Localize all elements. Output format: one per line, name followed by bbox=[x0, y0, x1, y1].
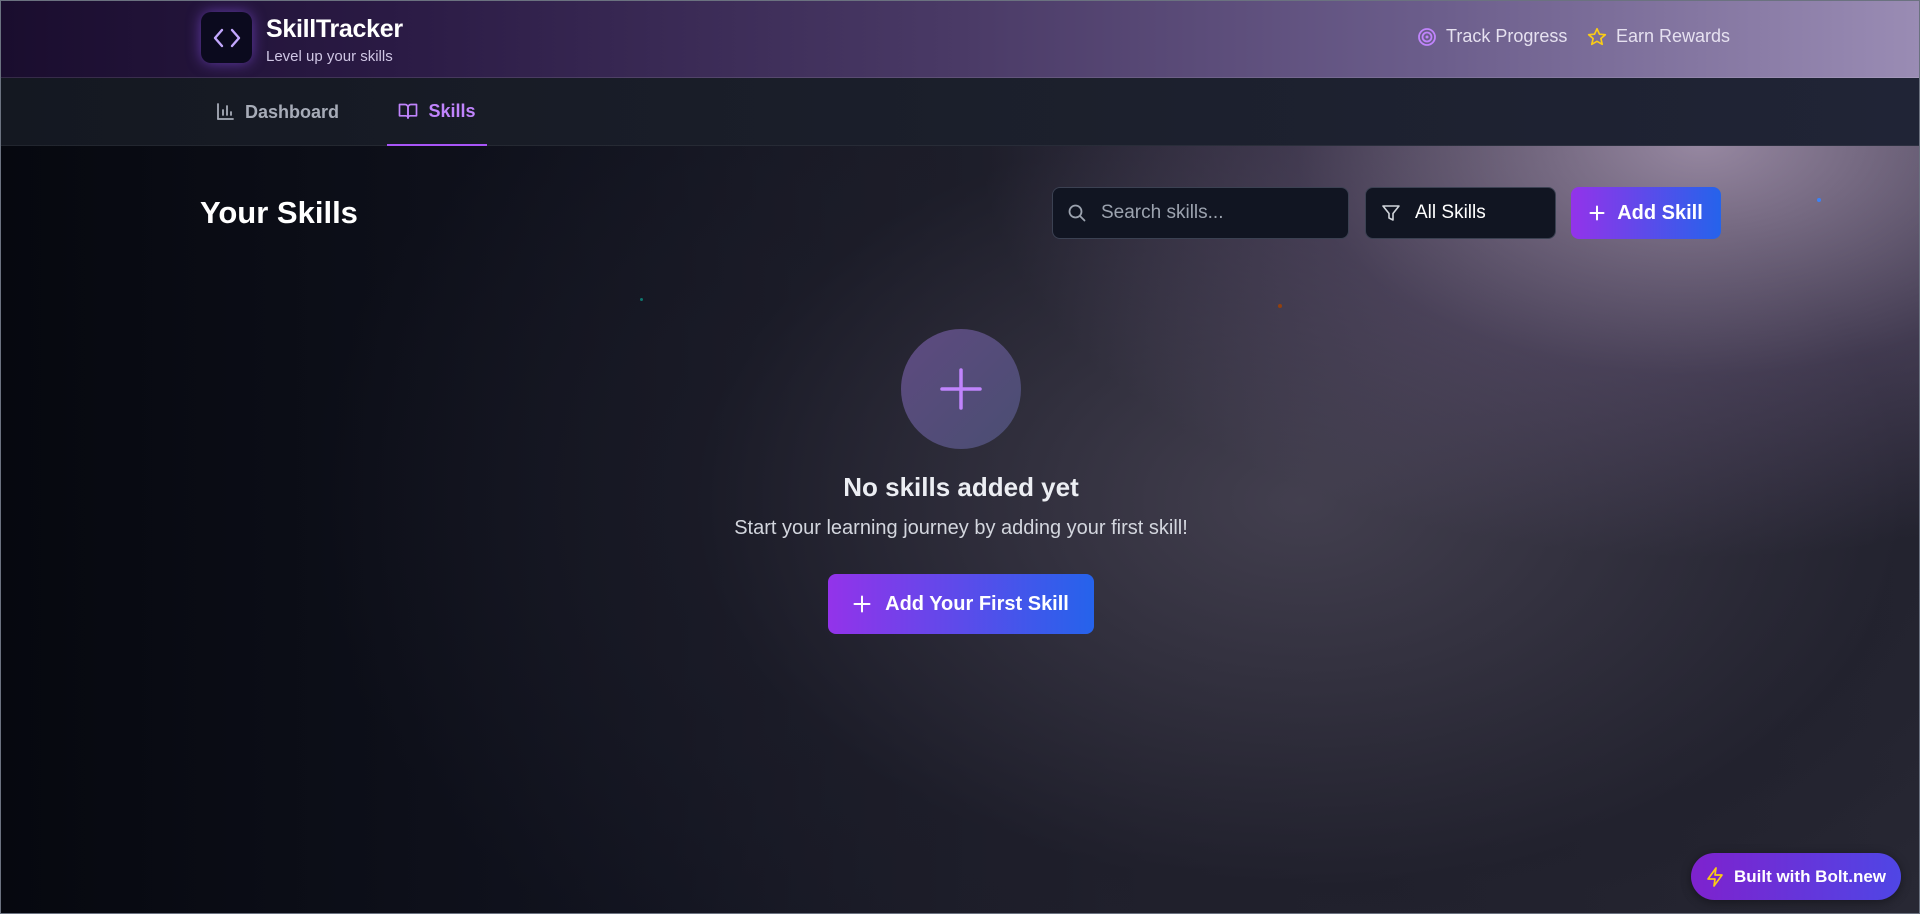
track-progress-link[interactable]: Track Progress bbox=[1417, 26, 1567, 47]
target-icon bbox=[1418, 27, 1436, 46]
plus-icon bbox=[1589, 205, 1605, 221]
tab-skills[interactable]: Skills bbox=[387, 78, 487, 146]
track-progress-label: Track Progress bbox=[1446, 26, 1568, 46]
bolt-badge-label: Built with Bolt.new bbox=[1733, 866, 1887, 886]
main-nav: Dashboard Skills bbox=[1, 78, 1919, 146]
plus-icon bbox=[853, 595, 871, 613]
earn-rewards-label: Earn Rewards bbox=[1616, 26, 1731, 46]
search-icon bbox=[1068, 204, 1086, 222]
search-input[interactable] bbox=[1101, 202, 1331, 224]
add-skill-button[interactable]: Add Skill bbox=[1571, 187, 1721, 239]
filter-select[interactable]: All Skills bbox=[1365, 187, 1556, 239]
empty-state-icon-circle bbox=[901, 329, 1021, 449]
code-icon bbox=[213, 28, 240, 47]
lightning-icon bbox=[1707, 866, 1723, 887]
app-frame: SkillTracker Level up your skills Track … bbox=[0, 0, 1920, 914]
decorative-dot bbox=[640, 298, 643, 301]
tab-skills-label: Skills bbox=[428, 100, 476, 121]
earn-rewards-link[interactable]: Earn Rewards bbox=[1587, 26, 1730, 47]
empty-state-subtitle: Start your learning journey by adding yo… bbox=[734, 517, 1188, 539]
filter-selected-label: All Skills bbox=[1415, 202, 1486, 223]
decorative-dot bbox=[1817, 198, 1821, 202]
page-title: Your Skills bbox=[200, 195, 358, 230]
add-first-skill-label: Add Your First Skill bbox=[885, 592, 1069, 615]
add-skill-label: Add Skill bbox=[1617, 201, 1703, 224]
bar-chart-icon bbox=[217, 103, 234, 120]
tab-dashboard-label: Dashboard bbox=[245, 101, 340, 122]
app-title: SkillTracker bbox=[266, 15, 403, 43]
add-first-skill-button[interactable]: Add Your First Skill bbox=[828, 574, 1094, 634]
star-icon bbox=[1587, 27, 1607, 45]
built-with-bolt-badge[interactable]: Built with Bolt.new bbox=[1691, 853, 1901, 900]
book-open-icon bbox=[399, 103, 418, 119]
logo[interactable] bbox=[201, 12, 252, 63]
plus-icon bbox=[940, 368, 982, 410]
app-header: SkillTracker Level up your skills Track … bbox=[1, 1, 1919, 78]
decorative-dot bbox=[1278, 304, 1282, 308]
search-box[interactable] bbox=[1052, 187, 1349, 239]
tab-dashboard[interactable]: Dashboard bbox=[215, 78, 339, 146]
empty-state-title: No skills added yet bbox=[843, 472, 1079, 502]
app-subtitle: Level up your skills bbox=[266, 48, 393, 65]
filter-icon bbox=[1382, 205, 1400, 221]
